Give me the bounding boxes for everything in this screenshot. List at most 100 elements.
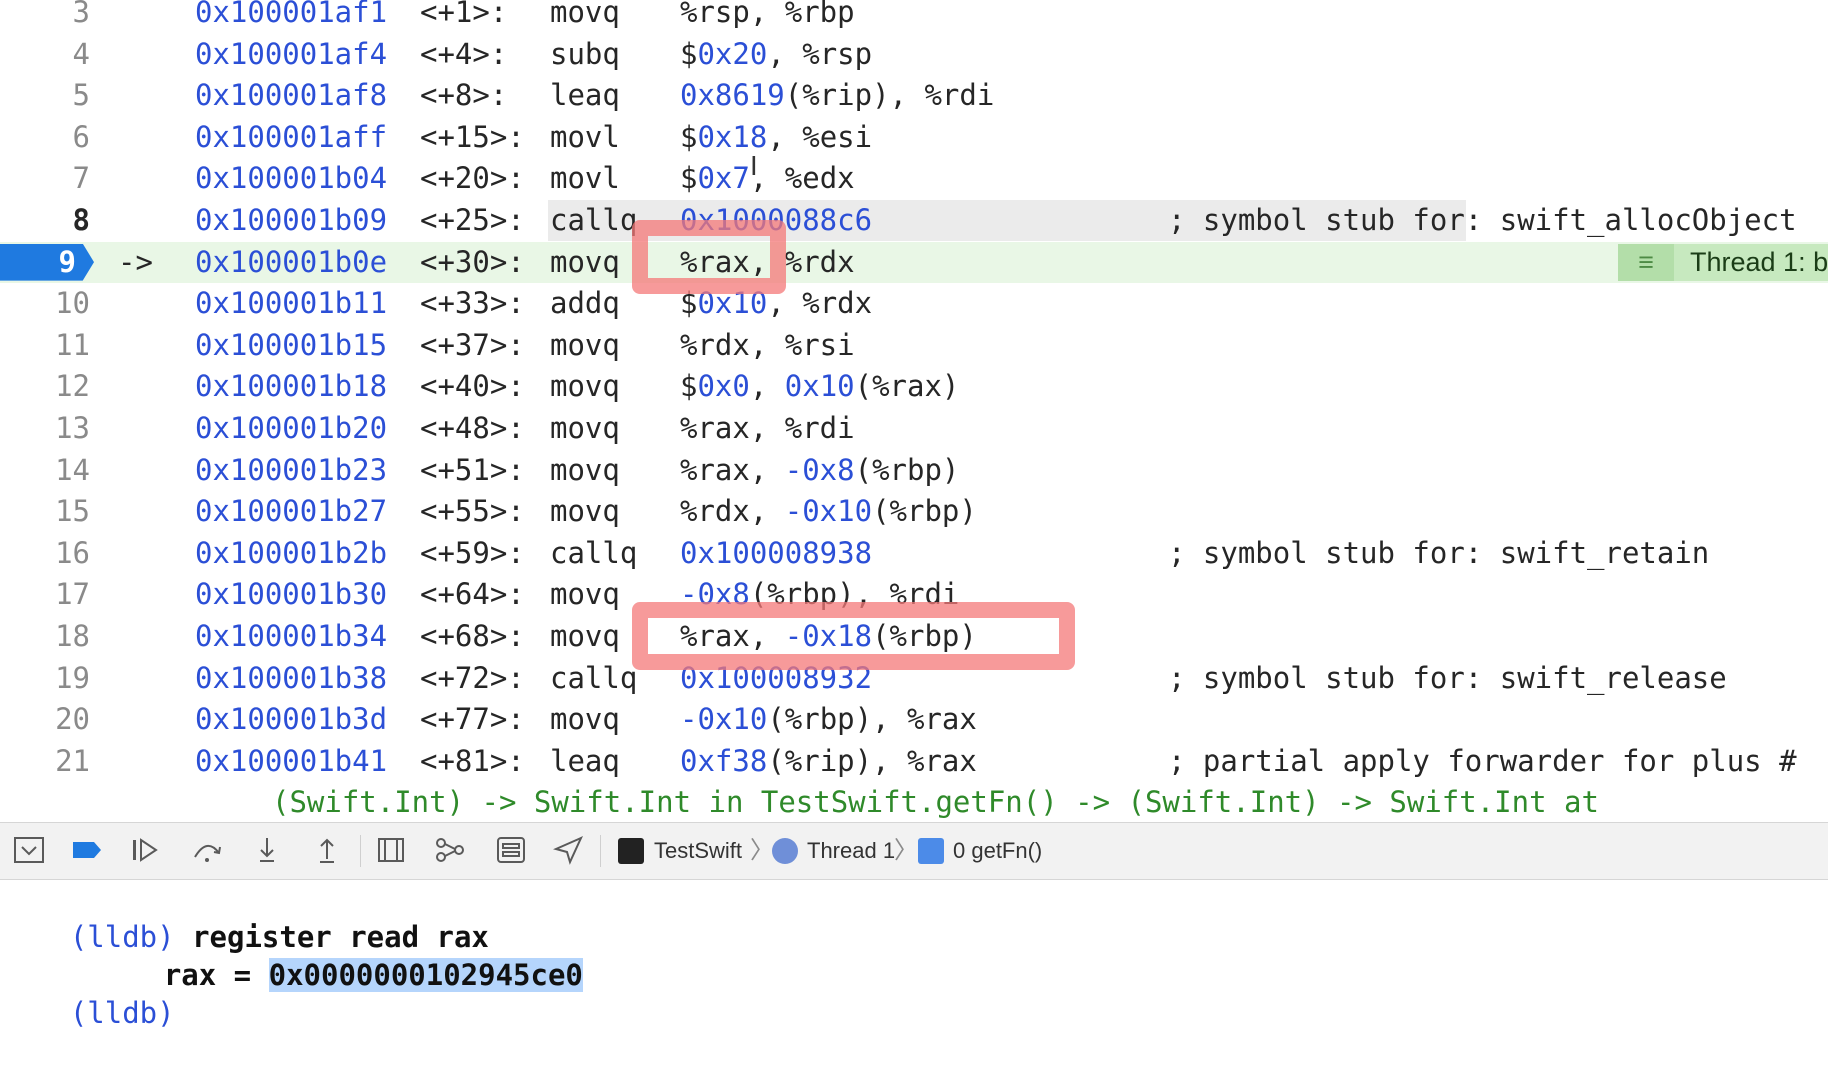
operand-text: $ bbox=[680, 161, 698, 196]
operand-text: (%rbp), %rax bbox=[767, 702, 977, 737]
instruction-mnemonic: movl bbox=[550, 119, 620, 154]
instruction-offset: <+4>: bbox=[420, 36, 508, 71]
numeric-operand: 0x18 bbox=[697, 119, 768, 154]
instruction-address: 0x100001aff bbox=[195, 119, 388, 154]
step-into-icon[interactable] bbox=[250, 835, 284, 867]
operand-text: (%rip), %rdi bbox=[784, 78, 995, 113]
annotation-box-rax-store bbox=[632, 602, 1075, 670]
operand-text: (%rbp) bbox=[854, 452, 960, 487]
instruction-address: 0x100001b04 bbox=[195, 161, 388, 196]
instruction-operands: $0x0, 0x10(%rax) bbox=[680, 366, 959, 407]
app-target-icon bbox=[618, 838, 644, 864]
instruction-mnemonic: movq bbox=[550, 0, 620, 29]
instruction-offset: <+51>: bbox=[420, 452, 525, 487]
program-counter-marker[interactable]: 9 bbox=[0, 243, 94, 281]
register-value[interactable]: 0x0000000102945ce0 bbox=[268, 958, 583, 992]
numeric-operand: 0x10 bbox=[784, 369, 855, 404]
instruction-offset: <+77>: bbox=[420, 702, 525, 737]
numeric-operand: 0x7 bbox=[697, 161, 750, 196]
disassembly-line[interactable]: 12 0x100001b18 <+40>: movq $0x0, 0x10(%rax) bbox=[0, 366, 1828, 407]
disassembly-line[interactable]: 15 0x100001b27 <+55>: movq %rdx, -0x10(%rbp) bbox=[0, 491, 1828, 532]
line-number: 4 bbox=[72, 36, 90, 71]
console-line-prompt[interactable]: (lldb) bbox=[0, 956, 175, 1030]
thread-stop-badge[interactable]: ≡ Thread 1: b bbox=[1618, 243, 1828, 281]
instruction-operands: -0x10(%rbp), %rax bbox=[680, 699, 977, 740]
line-number: 17 bbox=[55, 577, 90, 612]
step-out-icon[interactable] bbox=[310, 835, 344, 867]
numeric-operand: 0x100008938 bbox=[680, 535, 873, 570]
toolbar-divider bbox=[360, 835, 361, 867]
disassembly-line[interactable]: 8 0x100001b09 <+25>: callq 0x1000088c6; symb… bbox=[0, 200, 1828, 241]
disassembly-line[interactable]: 3 0x100001af1 <+1>: movq %rsp, %rbp bbox=[0, 0, 1828, 33]
operand-text: (%rbp) bbox=[872, 494, 977, 529]
memory-graph-icon[interactable] bbox=[433, 835, 467, 867]
numeric-operand: 0xf38 bbox=[680, 743, 768, 778]
line-number: 13 bbox=[55, 411, 90, 445]
step-over-icon[interactable] bbox=[190, 835, 224, 867]
breakpoints-toggle-icon[interactable] bbox=[70, 835, 104, 867]
environment-overrides-icon[interactable] bbox=[494, 835, 528, 867]
instruction-mnemonic: movq bbox=[550, 452, 620, 487]
instruction-operands: %rdx, -0x10(%rbp) bbox=[680, 491, 977, 532]
breadcrumb-frame[interactable]: 0 getFn() bbox=[953, 823, 1042, 879]
disassembly-line[interactable]: 21 0x100001b41 <+81>: leaq 0xf38(%rip), %rax… bbox=[0, 741, 1828, 782]
console-line-command: (lldb) register read rax bbox=[0, 880, 489, 954]
operand-text: , %edx bbox=[749, 161, 855, 196]
disassembly-editor: 3 0x100001af1 <+1>: movq %rsp, %rbp 4 0x100001… bbox=[0, 0, 1828, 820]
numeric-operand: 0x20 bbox=[697, 36, 768, 71]
disassembly-line[interactable]: 20 0x100001b3d <+77>: movq -0x10(%rbp), %rax bbox=[0, 699, 1828, 740]
disassembly-line[interactable]: 11 0x100001b15 <+37>: movq %rdx, %rsi bbox=[0, 325, 1828, 366]
numeric-operand: -0x10 bbox=[680, 702, 768, 737]
instruction-address: 0x100001b15 bbox=[195, 327, 388, 362]
instruction-mnemonic: movq bbox=[550, 619, 620, 653]
instruction-mnemonic: callq bbox=[550, 203, 638, 237]
instruction-operands: %rax, %rdi bbox=[680, 408, 855, 449]
simulate-location-icon[interactable] bbox=[552, 835, 586, 867]
instruction-address: 0x100001b11 bbox=[195, 286, 388, 321]
operand-text: $ bbox=[680, 36, 698, 71]
line-number: 18 bbox=[55, 619, 90, 653]
instruction-address: 0x100001b0e bbox=[195, 244, 388, 279]
operand-text: %rax, %rdi bbox=[680, 411, 855, 445]
disassembly-line[interactable]: 7 0x100001b04 <+20>: movl $0x7, %edx bbox=[0, 158, 1828, 199]
instruction-operands: 0x8619(%rip), %rdi bbox=[680, 75, 994, 116]
instruction-operands: 0x100008938 bbox=[680, 533, 872, 574]
breadcrumb-chevron-icon: 〉 bbox=[750, 837, 774, 864]
instruction-offset: <+20>: bbox=[420, 161, 525, 196]
disassembly-line[interactable]: 4 0x100001af4 <+4>: subq $0x20, %rsp bbox=[0, 34, 1828, 75]
list-icon[interactable]: ≡ bbox=[1618, 243, 1674, 281]
disassembly-line[interactable]: 16 0x100001b2b <+59>: callq 0x100008938 ; sym… bbox=[0, 533, 1828, 574]
continue-icon[interactable] bbox=[128, 835, 162, 867]
instruction-address: 0x100001b30 bbox=[195, 577, 388, 612]
lldb-console[interactable]: (lldb) register read rax rax = 0x0000000… bbox=[0, 880, 1828, 1030]
disassembly-line[interactable]: 13 0x100001b20 <+48>: movq %rax, %rdi bbox=[0, 408, 1828, 449]
instruction-comment: ; symbol stub for: swift_allocObject bbox=[1168, 203, 1797, 237]
numeric-operand: -0x8 bbox=[784, 452, 855, 487]
operand-text: $ bbox=[680, 119, 698, 154]
instruction-comment: ; symbol stub for: swift_release bbox=[1168, 660, 1727, 695]
disassembly-line[interactable]: 6 0x100001aff <+15>: movl $0x18, %esi bbox=[0, 117, 1828, 158]
instruction-offset: <+59>: bbox=[420, 535, 525, 570]
view-debugger-icon[interactable] bbox=[374, 835, 408, 867]
breadcrumb-target[interactable]: TestSwift bbox=[654, 823, 742, 879]
instruction-offset: <+8>: bbox=[420, 78, 508, 113]
disassembly-line[interactable]: 10 0x100001b11 <+33>: addq $0x10, %rdx bbox=[0, 283, 1828, 324]
operand-text: %rsp, %rbp bbox=[680, 0, 855, 29]
disassembly-line[interactable]: 9 -> 0x100001b0e <+30>: movq %rax, %rdx ≡ Threa… bbox=[0, 241, 1828, 283]
instruction-address: 0x100001b2b bbox=[195, 535, 388, 570]
instruction-offset: <+81>: bbox=[420, 743, 525, 778]
instruction-address: 0x100001b27 bbox=[195, 494, 388, 529]
instruction-offset: <+30>: bbox=[420, 244, 525, 279]
line-number: 7 bbox=[72, 161, 90, 196]
instruction-offset: <+1>: bbox=[420, 0, 508, 29]
hide-console-icon[interactable] bbox=[12, 835, 46, 867]
instruction-address: 0x100001b09 bbox=[195, 203, 388, 237]
numeric-operand: 0x8619 bbox=[680, 78, 785, 113]
numeric-operand: -0x10 bbox=[784, 494, 873, 529]
comment-continuation: (Swift.Int) -> Swift.Int in TestSwift.ge… bbox=[272, 785, 1599, 820]
disassembly-line[interactable]: 14 0x100001b23 <+51>: movq %rax, -0x8(%rbp) bbox=[0, 450, 1828, 491]
disassembly-line[interactable]: 5 0x100001af8 <+8>: leaq 0x8619(%rip), %rdi bbox=[0, 75, 1828, 116]
breadcrumb-thread[interactable]: Thread 1 bbox=[807, 823, 895, 879]
line-number: 12 bbox=[55, 369, 90, 404]
instruction-comment: ; partial apply forwarder for plus # bbox=[1168, 743, 1797, 778]
